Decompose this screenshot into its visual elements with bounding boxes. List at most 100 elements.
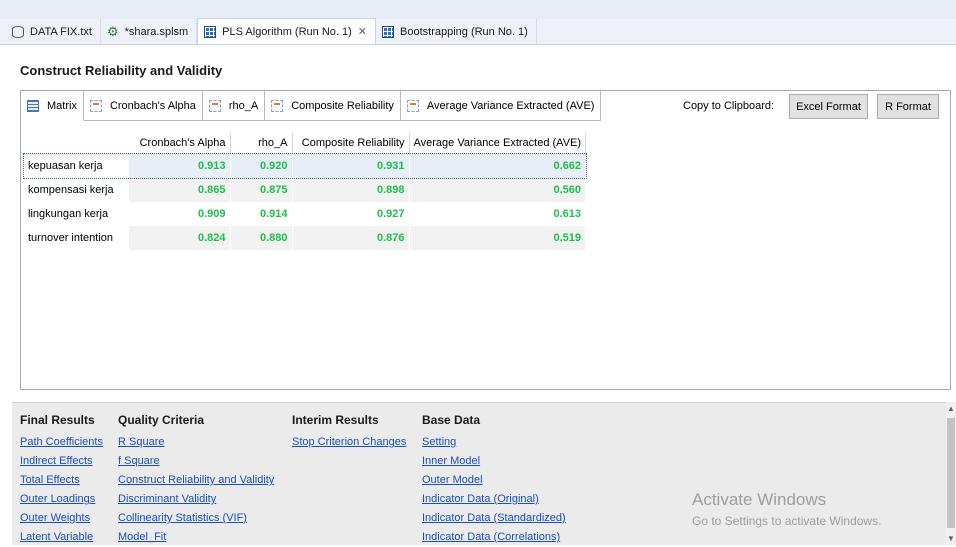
table-row[interactable]: kepuasan kerja 0.913 0.920 0.931 0.662 [23, 153, 587, 179]
activate-windows-watermark: Activate Windows Go to Settings to activ… [692, 490, 881, 528]
report-grid-icon [204, 25, 217, 38]
copy-to-clipboard-label: Copy to Clipboard: [683, 100, 775, 112]
page-title: Construct Reliability and Validity [20, 63, 223, 78]
row-header: kompensasi kerja [24, 178, 129, 202]
reliability-table: Cronbach's Alpha rho_A Composite Reliabi… [23, 133, 587, 250]
scroll-thumb[interactable] [947, 418, 955, 528]
link-outer-loadings[interactable]: Outer Loadings [20, 490, 103, 509]
final-results-heading: Final Results [20, 413, 95, 427]
subtab-label: Cronbach's Alpha [109, 99, 196, 112]
matrix-icon [27, 99, 39, 112]
table-icon [271, 99, 284, 112]
row-header: lingkungan kerja [24, 202, 129, 226]
interim-results-column: Interim Results Stop Criterion Changes [292, 413, 406, 452]
subtab-label: rho_A [228, 99, 259, 112]
row-header: turnover intention [24, 226, 129, 250]
model-icon: ⚙ [106, 23, 119, 39]
table-cell: 0.519 [409, 226, 587, 250]
tab-shara-splsm[interactable]: ⚙ *shara.splsm [101, 19, 198, 44]
tab-pls-algorithm[interactable]: PLS Algorithm (Run No. 1) ✕ [197, 18, 377, 44]
report-grid-icon [382, 25, 395, 38]
link-f-square[interactable]: f Square [118, 452, 274, 471]
table-cell: 0.560 [409, 178, 587, 202]
r-format-button[interactable]: R Format [877, 94, 939, 119]
table-cell: 0.875 [230, 178, 293, 202]
editor-tab-bar: DATA FIX.txt ⚙ *shara.splsm PLS Algorith… [0, 18, 956, 45]
quality-criteria-column: Quality Criteria R Square f Square Const… [118, 413, 274, 547]
table-cell: 0.909 [128, 202, 231, 226]
vertical-scrollbar[interactable]: ▲ ▼ [946, 402, 956, 545]
column-header[interactable]: Average Variance Extracted (AVE) [409, 133, 587, 155]
link-stop-criterion-changes[interactable]: Stop Criterion Changes [292, 433, 406, 452]
link-indirect-effects[interactable]: Indirect Effects [20, 452, 103, 471]
subtab-cronbachs-alpha[interactable]: Cronbach's Alpha [83, 91, 203, 121]
link-indicator-data-standardized[interactable]: Indicator Data (Standardized) [422, 509, 566, 528]
table-cell: 0.876 [292, 226, 410, 250]
table-icon [208, 99, 221, 112]
tab-bootstrapping[interactable]: Bootstrapping (Run No. 1) [376, 19, 537, 44]
results-panel: Matrix Cronbach's Alpha rho_A Composite … [20, 90, 951, 390]
column-header[interactable]: rho_A [230, 133, 293, 155]
table-icon [406, 99, 419, 112]
table-cell: 0.865 [128, 178, 231, 202]
table-cell: 0.927 [292, 202, 410, 226]
subtab-label: Average Variance Extracted (AVE) [426, 99, 595, 112]
link-latent-variable[interactable]: Latent Variable [20, 528, 103, 547]
scroll-down-icon[interactable]: ▼ [946, 534, 956, 543]
column-header[interactable]: Cronbach's Alpha [128, 133, 231, 155]
subtab-label: Composite Reliability [291, 99, 394, 112]
subtab-ave[interactable]: Average Variance Extracted (AVE) [400, 91, 602, 121]
quality-criteria-heading: Quality Criteria [118, 413, 205, 427]
table-header-row: Cronbach's Alpha rho_A Composite Reliabi… [24, 133, 587, 155]
scroll-up-icon[interactable]: ▲ [946, 404, 956, 413]
interim-results-heading: Interim Results [292, 413, 379, 427]
link-setting[interactable]: Setting [422, 433, 566, 452]
watermark-title: Activate Windows [692, 490, 827, 509]
table-cell: 0.914 [230, 202, 293, 226]
link-indicator-data-correlations[interactable]: Indicator Data (Correlations) [422, 528, 566, 547]
link-total-effects[interactable]: Total Effects [20, 471, 103, 490]
database-icon [12, 25, 24, 38]
close-icon[interactable]: ✕ [358, 25, 367, 38]
column-header[interactable]: Composite Reliability [292, 133, 410, 155]
link-collinearity-statistics[interactable]: Collinearity Statistics (VIF) [118, 509, 274, 528]
result-subtabs: Matrix Cronbach's Alpha rho_A Composite … [21, 91, 602, 121]
table-cell: 0.898 [292, 178, 410, 202]
tab-label: DATA FIX.txt [30, 25, 92, 38]
link-construct-reliability[interactable]: Construct Reliability and Validity [118, 471, 274, 490]
table-cell: 0.880 [230, 226, 293, 250]
tab-label: PLS Algorithm (Run No. 1) [222, 25, 352, 38]
table-cell: 0.920 [230, 154, 293, 178]
window-top-strip [0, 0, 956, 19]
table-row[interactable]: lingkungan kerja 0.909 0.914 0.927 0.613 [24, 202, 587, 226]
base-data-column: Base Data Setting Inner Model Outer Mode… [422, 413, 566, 547]
subtab-composite-reliability[interactable]: Composite Reliability [265, 91, 401, 121]
watermark-subtitle: Go to Settings to activate Windows. [692, 514, 882, 528]
table-cell: 0.931 [292, 154, 410, 178]
link-outer-model[interactable]: Outer Model [422, 471, 566, 490]
link-discriminant-validity[interactable]: Discriminant Validity [118, 490, 274, 509]
link-indicator-data-original[interactable]: Indicator Data (Original) [422, 490, 566, 509]
link-r-square[interactable]: R Square [118, 433, 274, 452]
link-model-fit[interactable]: Model_Fit [118, 528, 274, 547]
table-cell: 0.662 [409, 154, 587, 178]
link-outer-weights[interactable]: Outer Weights [20, 509, 103, 528]
table-cell: 0.613 [409, 202, 587, 226]
tab-label: Bootstrapping (Run No. 1) [400, 25, 528, 38]
link-path-coefficients[interactable]: Path Coefficients [20, 433, 103, 452]
tab-label: *shara.splsm [124, 25, 189, 38]
corner-cell [24, 133, 128, 155]
table-row[interactable]: kompensasi kerja 0.865 0.875 0.898 0.560 [24, 178, 587, 202]
row-header: kepuasan kerja [24, 154, 129, 178]
table-icon [89, 99, 102, 112]
link-inner-model[interactable]: Inner Model [422, 452, 566, 471]
excel-format-button[interactable]: Excel Format [789, 94, 868, 119]
subtab-matrix[interactable]: Matrix [21, 91, 84, 121]
table-row[interactable]: turnover intention 0.824 0.880 0.876 0.5… [24, 226, 587, 250]
subtab-rho-a[interactable]: rho_A [202, 91, 266, 121]
base-data-heading: Base Data [422, 413, 481, 427]
tab-data-fix[interactable]: DATA FIX.txt [6, 19, 101, 44]
table-cell: 0.824 [128, 226, 231, 250]
final-results-column: Final Results Path Coefficients Indirect… [20, 413, 103, 547]
table-cell: 0.913 [128, 154, 231, 178]
